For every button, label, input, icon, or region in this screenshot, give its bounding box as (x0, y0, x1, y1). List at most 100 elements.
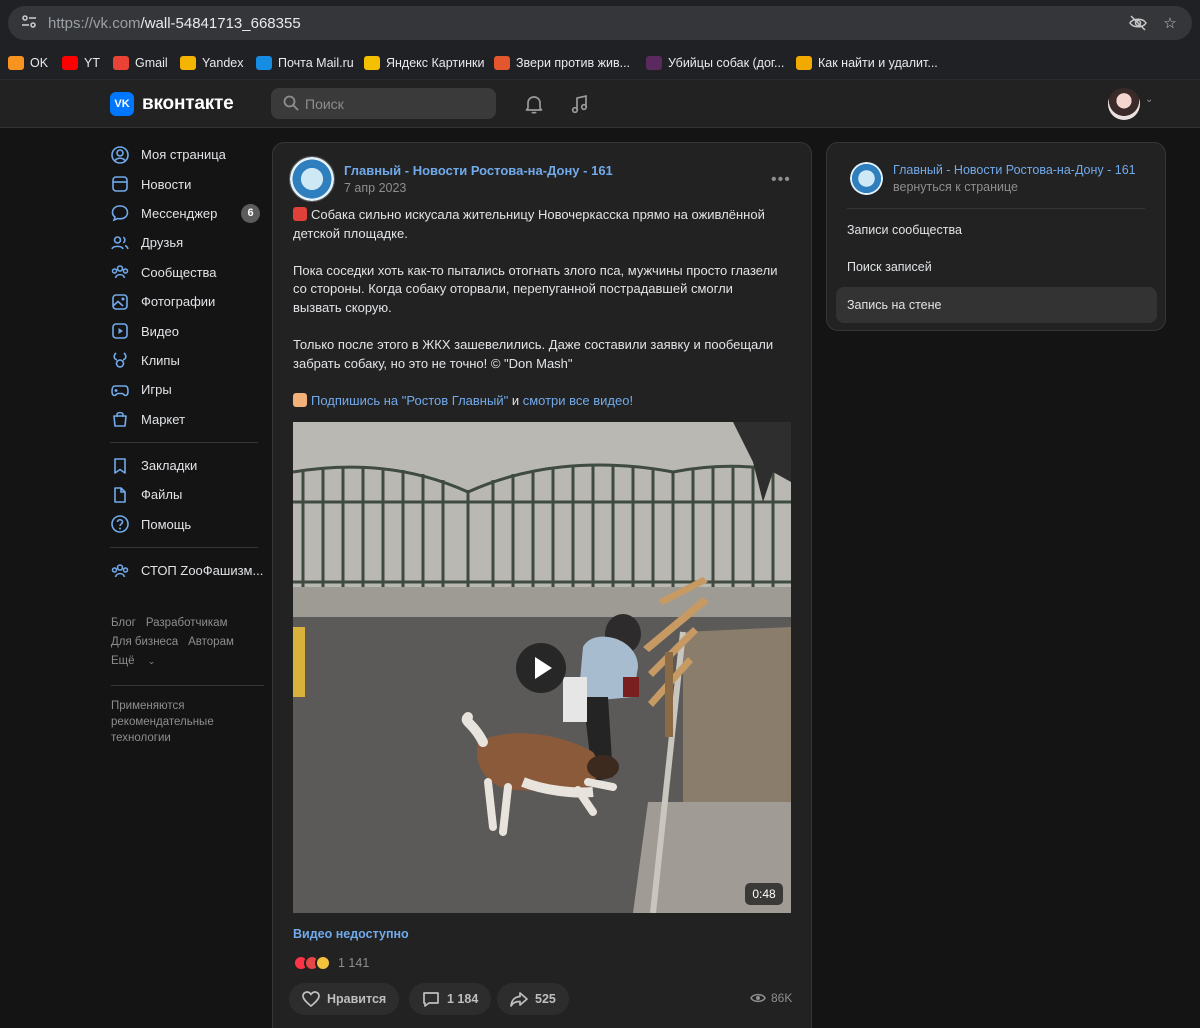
reactions-summary[interactable]: 1 141 (293, 955, 369, 971)
bookmark-favicon-icon (62, 56, 78, 70)
search-icon (283, 95, 299, 111)
sidebar-item-label: Маркет (141, 411, 186, 427)
site-info-icon[interactable] (18, 13, 40, 33)
browser-toolbar: https://vk.com/wall-54841713_668355 ☆ (0, 0, 1200, 45)
footer-link-blog[interactable]: Блог (111, 617, 136, 629)
sidebar-item[interactable]: Фотографии (110, 287, 265, 316)
community-avatar[interactable] (289, 156, 335, 202)
bookmark-item[interactable]: Yandex (180, 53, 243, 73)
bookmark-item[interactable]: Как найти и удалит... (796, 53, 938, 73)
sidebar-item[interactable]: Новости (110, 169, 265, 198)
footer-more-label: Ещё (111, 655, 135, 667)
share-button[interactable]: 525 (497, 983, 569, 1015)
sidebar-item[interactable]: Видео (110, 316, 265, 345)
message-icon (110, 203, 130, 223)
wall-post-link[interactable]: Запись на стене (836, 287, 1157, 323)
subscribe-link[interactable]: Подпишись на "Ростов Главный" (311, 393, 508, 408)
play-icon[interactable] (516, 643, 566, 693)
sad-reaction-icon (315, 955, 331, 971)
bell-icon[interactable] (522, 92, 546, 116)
groups-icon (110, 561, 130, 581)
star-icon[interactable]: ☆ (1160, 14, 1180, 34)
post-paragraph-3: Только после этого в ЖКХ зашевелились. Д… (293, 337, 774, 371)
community-avatar-small[interactable] (850, 162, 883, 195)
sidebar-item-label: Мессенджер (141, 205, 218, 221)
sidebar-item-label: Клипы (141, 352, 180, 368)
video-player[interactable]: 0:48 (293, 422, 791, 913)
vk-logo-text: вконтакте (142, 93, 234, 114)
search-box[interactable] (271, 88, 496, 119)
search-posts-link[interactable]: Поиск записей (836, 249, 1157, 285)
more-options-icon[interactable]: ••• (771, 171, 791, 189)
sidebar-item[interactable]: Маркет (110, 405, 265, 434)
bookmark-favicon-icon (646, 56, 662, 70)
comment-button[interactable]: 1 184 (409, 983, 492, 1015)
sidebar-item-label: Закладки (141, 458, 198, 474)
sidebar-item-label: Помощь (141, 516, 192, 532)
recommendation-notice[interactable]: Применяются рекомендательные технологии (111, 698, 251, 746)
sidebar-item-label: Видео (141, 323, 179, 339)
like-button[interactable]: Нравится (289, 983, 400, 1015)
bookmark-favicon-icon (8, 56, 24, 70)
video-unavailable-link[interactable]: Видео недоступно (293, 927, 409, 941)
post-text: Собака сильно искусала жительницу Новоче… (293, 206, 783, 429)
sidebar-item[interactable]: Моя страница (110, 140, 265, 169)
and-text: и (511, 392, 520, 408)
reactions-count: 1 141 (338, 956, 370, 970)
chevron-down-icon: ⌄ (147, 656, 156, 666)
url-text[interactable]: https://vk.com/wall-54841713_668355 (48, 15, 301, 32)
footer-link-business[interactable]: Для бизнеса (111, 636, 178, 648)
bookmark-item[interactable]: Яндекс Картинки (364, 53, 484, 73)
sidebar-item-label: Сообщества (141, 264, 217, 280)
community-posts-link[interactable]: Записи сообщества (836, 212, 1157, 248)
footer-link-developers[interactable]: Разработчикам (146, 617, 228, 629)
bookmark-item[interactable]: Gmail (113, 53, 168, 73)
eye-off-icon[interactable] (1128, 14, 1148, 34)
sidebar-item[interactable]: Мессенджер 6 (110, 199, 265, 228)
unread-badge: 6 (241, 203, 260, 223)
music-icon[interactable] (568, 92, 592, 116)
bookmark-icon (110, 456, 130, 476)
back-to-page-link[interactable]: вернуться к странице (893, 180, 1018, 194)
sidebar-item[interactable]: Помощь (110, 510, 265, 539)
vk-logo[interactable]: VK вконтакте (110, 92, 234, 116)
sidebar-item[interactable]: Клипы (110, 346, 265, 375)
nav-divider (110, 441, 258, 443)
right-panel: Главный - Новости Ростова-на-Дону - 161 … (826, 142, 1166, 331)
post-paragraph-1: Собака сильно искусала жительницу Новоче… (293, 207, 765, 241)
footer-link-authors[interactable]: Авторам (188, 636, 234, 648)
search-input[interactable] (305, 88, 490, 119)
sidebar-item[interactable]: Сообщества (110, 258, 265, 287)
user-avatar[interactable] (1108, 88, 1140, 120)
sidebar-item[interactable]: Друзья (110, 228, 265, 257)
bookmark-favicon-icon (180, 56, 196, 70)
chevron-down-icon[interactable]: ⌄ (1145, 94, 1153, 105)
heart-icon (302, 991, 320, 1008)
views-counter: 86K (750, 991, 792, 1005)
games-icon (110, 380, 130, 400)
market-icon (110, 409, 130, 429)
bookmark-label: Почта Mail.ru (278, 56, 354, 70)
community-name-link[interactable]: Главный - Новости Ростова-на-Дону - 161 (893, 163, 1136, 177)
comment-icon (423, 992, 439, 1007)
nav-divider (110, 547, 258, 549)
bookmark-item[interactable]: Почта Mail.ru (256, 53, 354, 73)
help-icon (110, 514, 130, 534)
sidebar-item[interactable]: Файлы (110, 480, 265, 509)
sidebar-item[interactable]: СТОП ZooФашизм... (110, 556, 265, 585)
bookmark-favicon-icon (796, 56, 812, 70)
bookmark-label: Gmail (135, 56, 168, 70)
bookmark-item[interactable]: Убийцы собак (дог... (646, 53, 784, 73)
post-date[interactable]: 7 апр 2023 (344, 181, 406, 195)
footer-links: Блог Разработчикам Для бизнеса Авторам Ещё… (111, 614, 266, 671)
bookmark-item[interactable]: YT (62, 53, 100, 73)
sidebar-item[interactable]: Закладки (110, 451, 265, 480)
sidebar-item-label: СТОП ZooФашизм... (141, 563, 264, 579)
footer-link-more[interactable]: Ещё ⌄ (111, 655, 165, 667)
post-author[interactable]: Главный - Новости Ростова-на-Дону - 161 (344, 163, 613, 178)
sidebar-item[interactable]: Игры (110, 375, 265, 404)
bookmark-item[interactable]: OK (8, 53, 48, 73)
watch-all-link[interactable]: смотри все видео! (523, 393, 633, 408)
address-bar[interactable]: https://vk.com/wall-54841713_668355 ☆ (8, 6, 1192, 40)
bookmark-item[interactable]: Звери против жив... (494, 53, 630, 73)
